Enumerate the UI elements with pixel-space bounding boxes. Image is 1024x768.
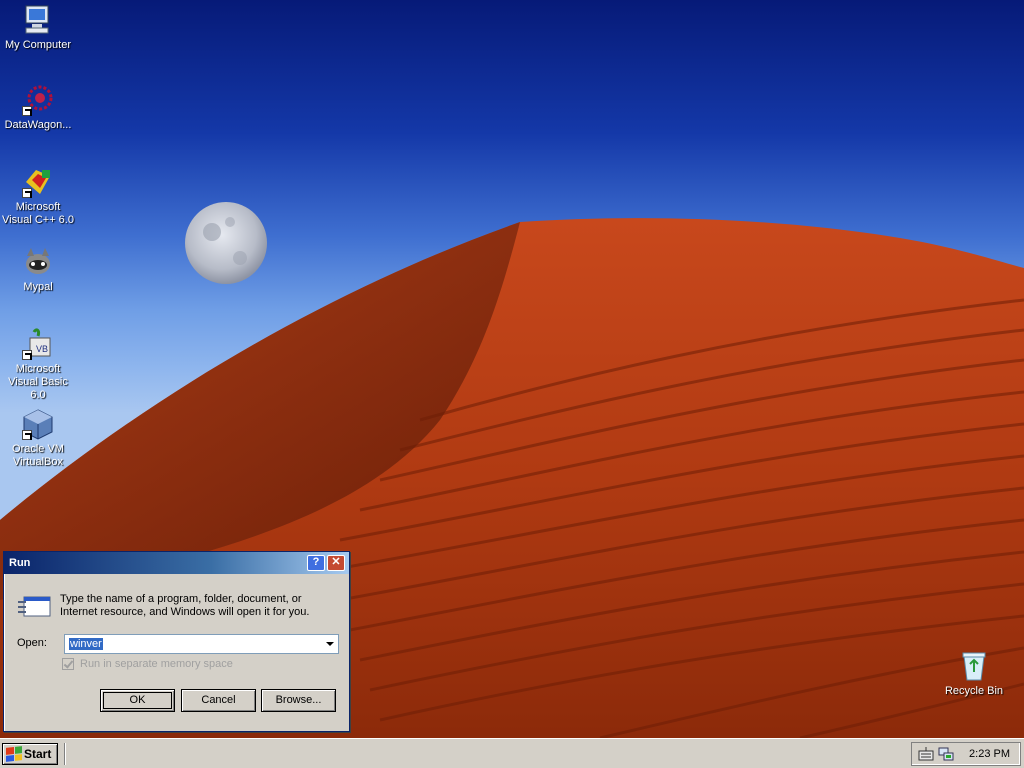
desktop-icon-datawagon[interactable]: DataWagon...	[0, 84, 76, 132]
mypal-icon	[22, 246, 54, 278]
start-label: Start	[24, 746, 52, 761]
desktop-icon-label: Microsoft Visual Basic 6.0	[8, 363, 68, 401]
desktop-icon-label: Oracle VM VirtualBox	[12, 443, 64, 468]
close-button[interactable]: ✕	[327, 555, 345, 571]
shortcut-arrow-icon	[22, 188, 32, 198]
run-dialog-titlebar[interactable]: Run ? ✕	[4, 552, 349, 574]
clock[interactable]: 2:23 PM	[969, 748, 1010, 760]
ok-button[interactable]: OK	[100, 689, 175, 712]
cancel-button[interactable]: Cancel	[181, 689, 256, 712]
keyboard-icon[interactable]	[918, 746, 934, 762]
desktop-icon-label: DataWagon...	[4, 119, 72, 131]
desktop-icon-my-computer[interactable]: My Computer	[0, 4, 76, 52]
windows-logo-icon	[6, 745, 22, 762]
desktop-icon-visual-basic[interactable]: VB Microsoft Visual Basic 6.0	[0, 328, 76, 402]
open-combobox[interactable]: winver	[64, 634, 339, 654]
chevron-down-icon[interactable]	[322, 635, 338, 653]
browse-button[interactable]: Browse...	[261, 689, 336, 712]
taskbar: Start 2:23 PM	[0, 738, 1024, 768]
open-input[interactable]: winver	[65, 638, 322, 650]
computer-icon	[22, 4, 54, 36]
desktop-icon-label: Microsoft Visual C++ 6.0	[2, 201, 74, 226]
desktop-icon-virtualbox[interactable]: Oracle VM VirtualBox	[0, 408, 76, 469]
start-button[interactable]: Start	[2, 742, 58, 765]
svg-text:VB: VB	[36, 344, 48, 354]
desktop-icon-label: Mypal	[23, 281, 53, 293]
run-dialog-title: Run	[9, 557, 31, 569]
desktop-icon-mypal[interactable]: Mypal	[0, 246, 76, 294]
help-button[interactable]: ?	[307, 555, 325, 571]
visual-basic-icon: VB	[22, 328, 54, 360]
virtualbox-icon	[22, 408, 54, 440]
checkbox-label: Run in separate memory space	[80, 658, 233, 670]
system-tray: 2:23 PM	[911, 742, 1021, 766]
shortcut-arrow-icon	[22, 106, 32, 116]
run-dialog: Run ? ✕ Type the name of a program, fold…	[3, 551, 350, 732]
shortcut-arrow-icon	[22, 430, 32, 440]
network-icon[interactable]	[938, 746, 954, 762]
desktop-icon-recycle-bin[interactable]: Recycle Bin	[936, 650, 1012, 698]
desktop-icon-label: My Computer	[4, 39, 72, 51]
recycle-bin-icon	[958, 650, 990, 682]
open-input-value: winver	[69, 638, 103, 650]
run-dialog-description: Type the name of a program, folder, docu…	[60, 593, 310, 618]
separate-memory-checkbox: Run in separate memory space	[62, 658, 233, 670]
checkbox-box	[62, 658, 74, 670]
visual-cpp-icon	[22, 166, 54, 198]
desktop-icon-label: Recycle Bin	[944, 685, 1004, 697]
taskbar-separator	[64, 742, 66, 765]
shortcut-arrow-icon	[22, 350, 32, 360]
datawagon-icon	[22, 84, 54, 116]
desktop-icon-visual-cpp[interactable]: Microsoft Visual C++ 6.0	[0, 166, 76, 227]
run-icon	[18, 594, 52, 620]
open-label: Open:	[17, 637, 47, 649]
